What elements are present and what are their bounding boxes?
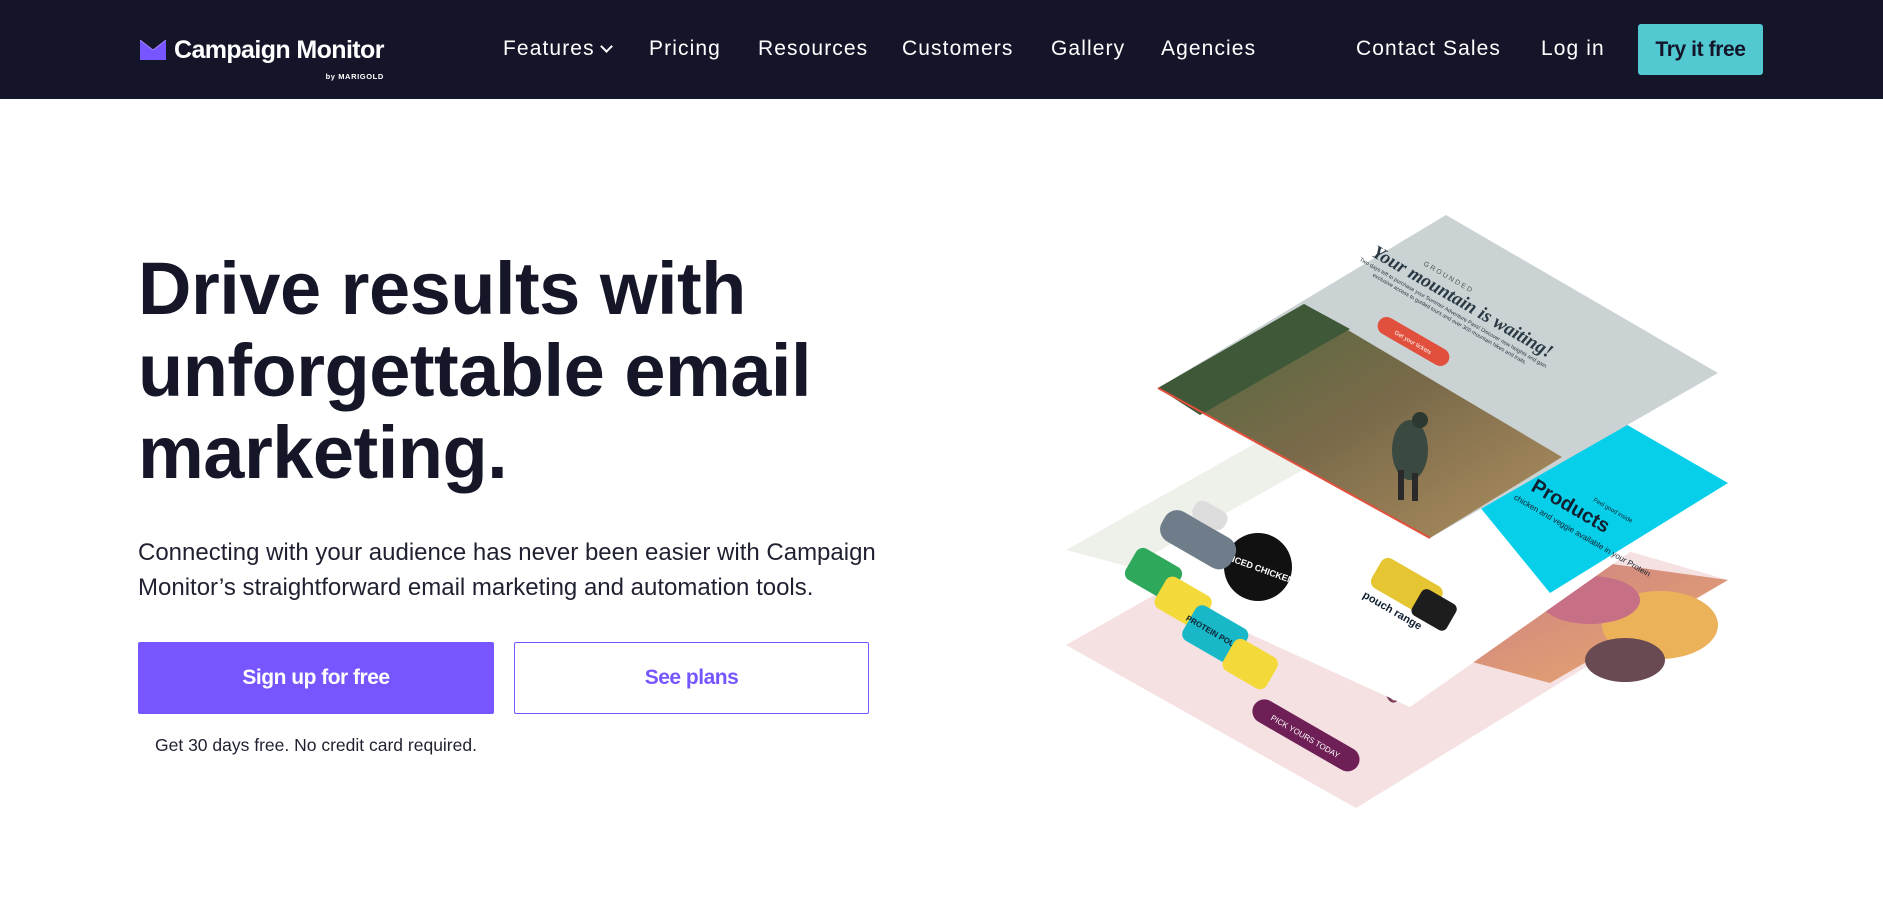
envelope-icon	[140, 40, 166, 60]
nav-item-label: Customers	[902, 37, 1014, 60]
nav-item-label: Agencies	[1161, 37, 1257, 60]
brand-name: Campaign Monitor	[174, 36, 384, 64]
try-it-free-button[interactable]: Try it free	[1638, 24, 1763, 75]
brand-wordmark: Campaign Monitor by MARIGOLD	[174, 36, 384, 81]
login-link[interactable]: Log in	[1541, 35, 1605, 63]
nav-item-agencies[interactable]: Agencies	[1161, 35, 1256, 63]
chevron-down-icon	[599, 40, 613, 53]
nav-item-gallery[interactable]: Gallery	[1051, 35, 1125, 63]
trial-note: Get 30 days free. No credit card require…	[155, 735, 477, 755]
contact-sales-link[interactable]: Contact Sales	[1356, 35, 1501, 63]
brand-logo[interactable]: Campaign Monitor by MARIGOLD	[140, 36, 384, 81]
nav-item-features[interactable]: Features	[503, 35, 613, 63]
email-templates-illustration: day er. PICK YOURS TODAY Products chicke…	[1066, 215, 1728, 808]
nav-item-customers[interactable]: Customers	[902, 35, 1013, 63]
nav-item-label: Resources	[758, 37, 869, 60]
hero-subtitle: Connecting with your audience has never …	[138, 539, 876, 601]
nav-item-resources[interactable]: Resources	[758, 35, 868, 63]
sign-up-button[interactable]: Sign up for free	[138, 642, 494, 714]
nav-item-pricing[interactable]: Pricing	[649, 35, 721, 63]
hero-heading: Drive results with unforgettable email m…	[138, 247, 812, 494]
top-navigation: Campaign Monitor by MARIGOLD Features Pr…	[0, 0, 1883, 99]
nav-item-label: Pricing	[649, 37, 721, 60]
see-plans-button[interactable]: See plans	[514, 642, 869, 714]
brand-byline: by MARIGOLD	[325, 72, 384, 81]
nav-item-label: Gallery	[1051, 37, 1126, 60]
nav-item-label: Features	[503, 37, 595, 60]
